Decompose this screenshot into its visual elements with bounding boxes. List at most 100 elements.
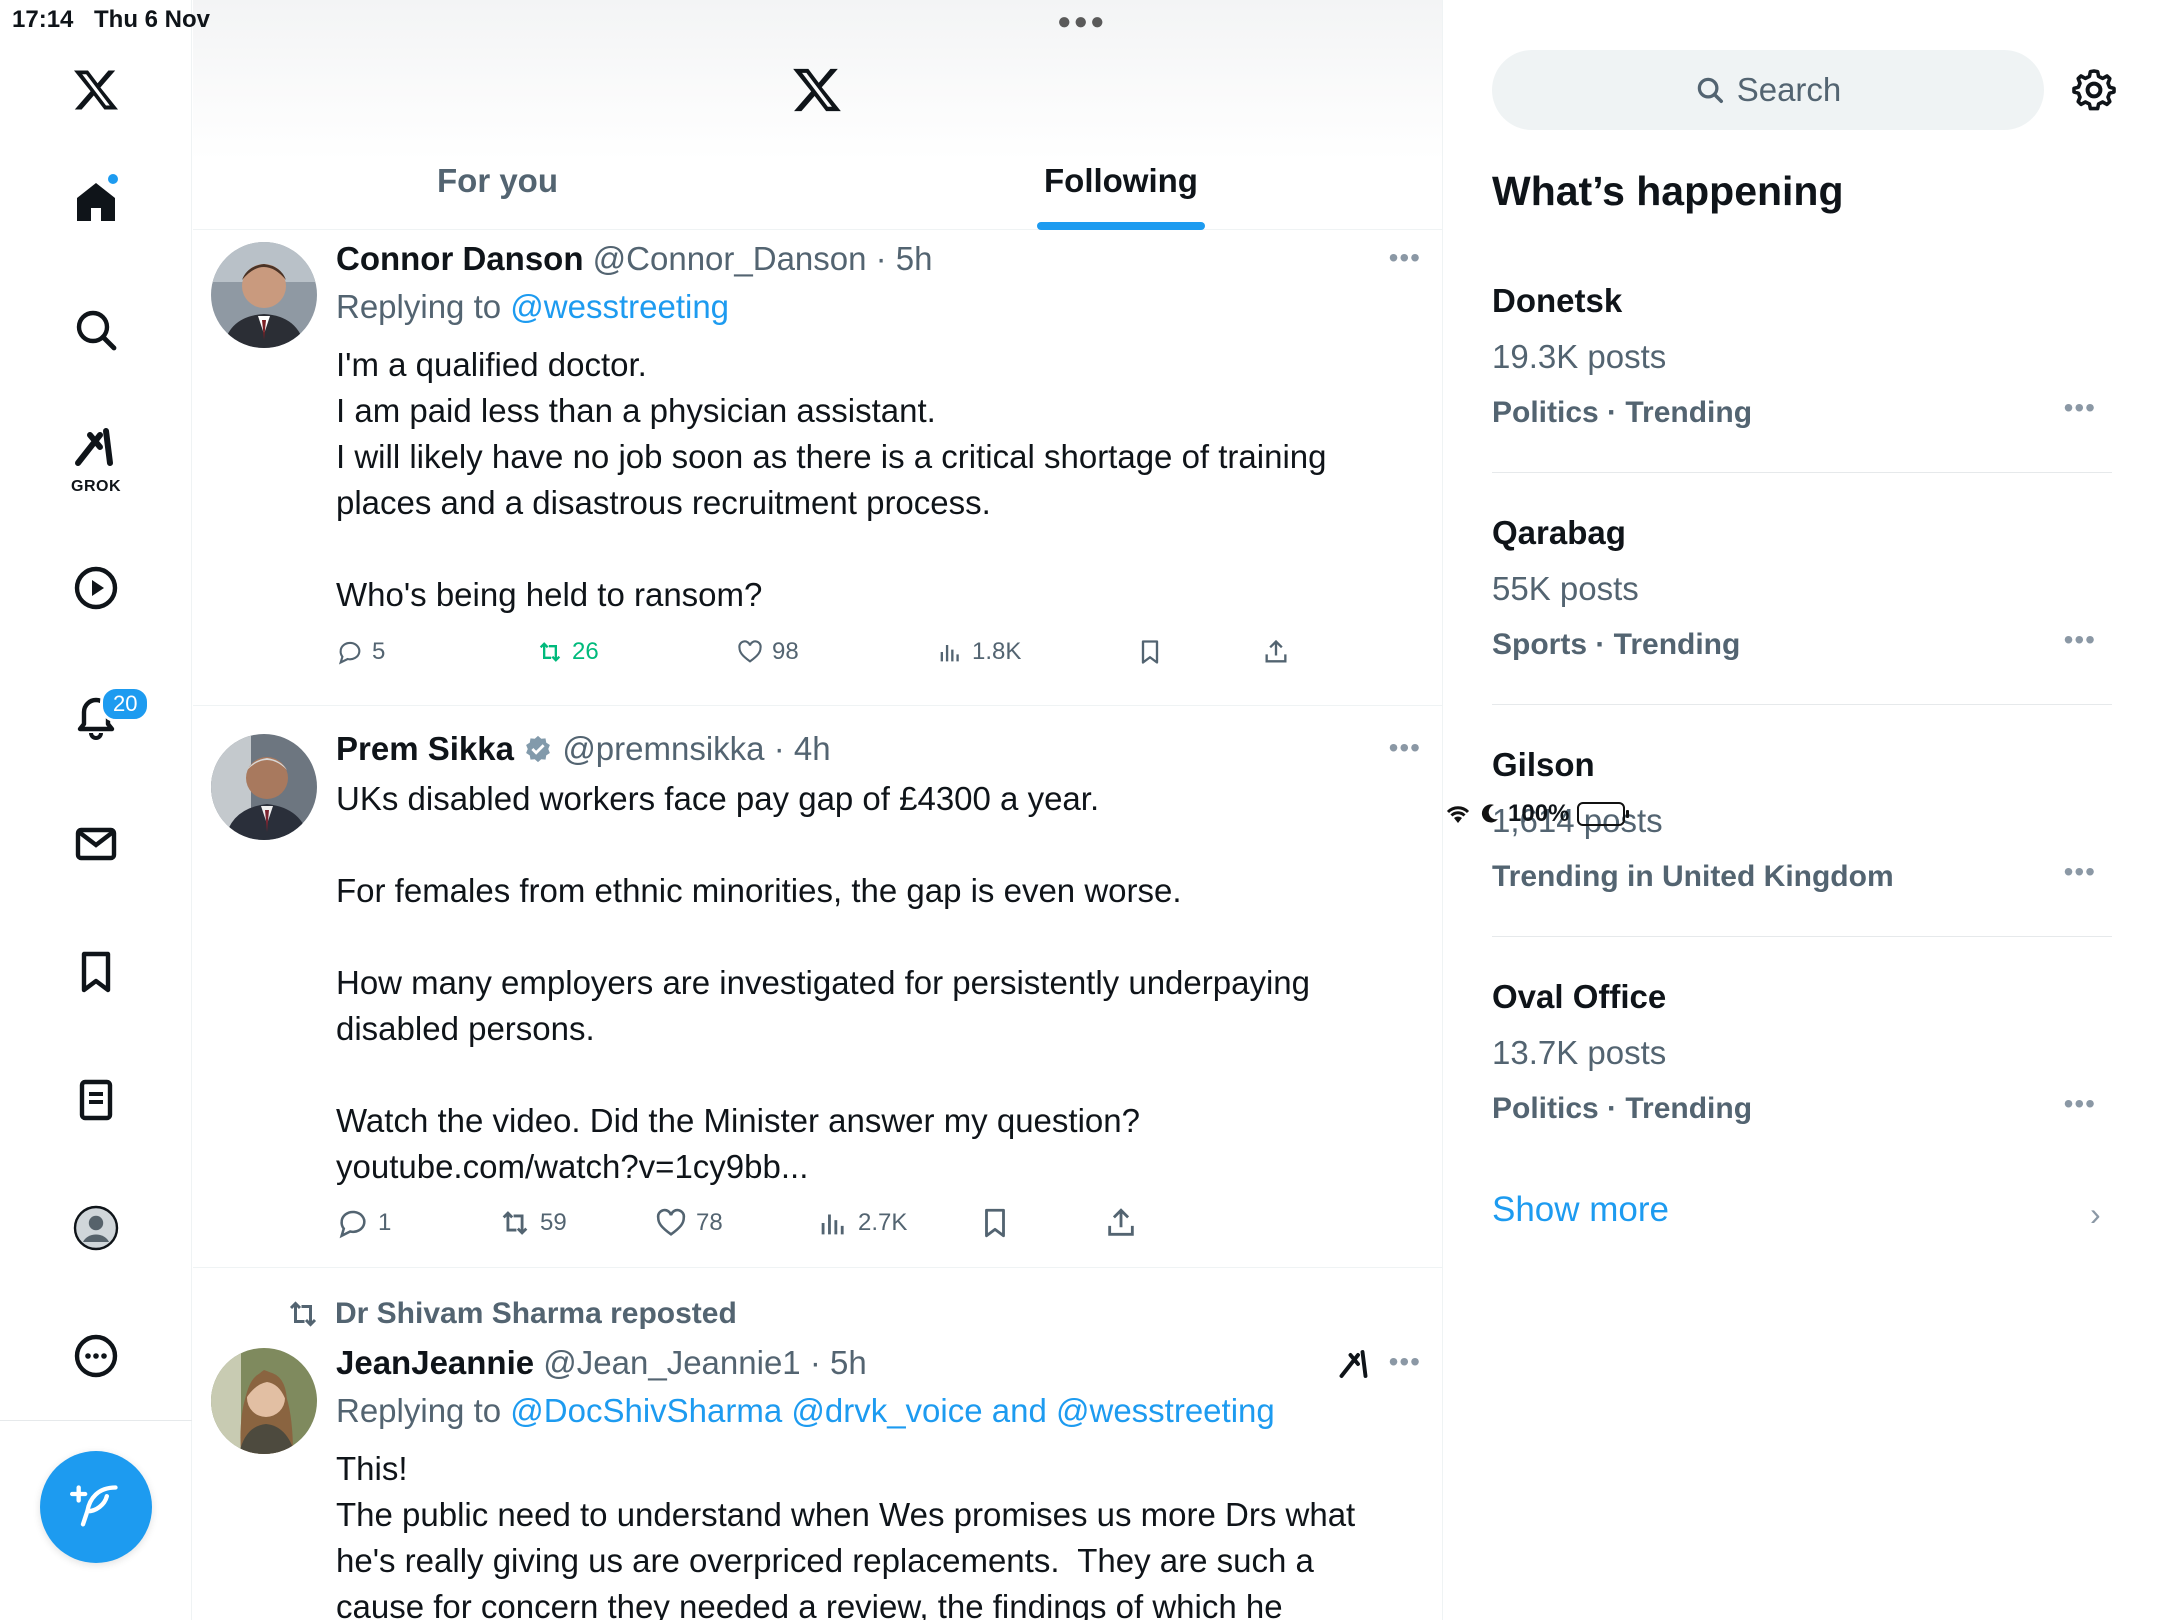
nav-explore[interactable] bbox=[56, 290, 136, 370]
post-link[interactable]: youtube.com/watch?v=1cy9bb... bbox=[336, 1144, 1396, 1190]
analytics-icon bbox=[940, 645, 959, 662]
like-count: 98 bbox=[772, 638, 799, 665]
multitasking-dots-icon[interactable]: ●●● bbox=[1057, 8, 1107, 36]
repost-button[interactable]: 26 bbox=[536, 638, 599, 666]
nav-more[interactable] bbox=[56, 1316, 136, 1396]
reposted-by[interactable]: Dr Shivam Sharma reposted bbox=[285, 1296, 737, 1332]
heart-icon bbox=[738, 640, 762, 663]
compose-post-button[interactable] bbox=[40, 1451, 152, 1563]
status-right: 100% bbox=[1444, 4, 2160, 1620]
x-logo-icon[interactable] bbox=[56, 50, 136, 130]
nav-messages[interactable] bbox=[56, 804, 136, 884]
post[interactable]: Dr Shivam Sharma reposted JeanJeannie @J… bbox=[193, 1268, 1442, 1620]
battery-percent: 100% bbox=[1508, 800, 1570, 827]
post-more-icon[interactable]: ••• bbox=[1389, 732, 1421, 764]
envelope-icon bbox=[75, 827, 117, 861]
status-bar: 17:14 Thu 6 Nov ●●● 100% bbox=[0, 0, 2160, 827]
author-name[interactable]: JeanJeannie bbox=[336, 1344, 534, 1381]
battery-icon bbox=[1577, 802, 1630, 826]
nav-notifications[interactable]: 20 bbox=[56, 676, 151, 756]
reply-button[interactable]: 5 bbox=[336, 638, 385, 666]
bookmark-icon bbox=[985, 1208, 1005, 1238]
post-text: UKs disabled workers face pay gap of £43… bbox=[336, 780, 1310, 1139]
nav-lists[interactable] bbox=[56, 1060, 136, 1140]
repost-button[interactable]: 59 bbox=[498, 1206, 567, 1240]
nav-home[interactable] bbox=[56, 162, 136, 242]
nav-grok[interactable]: GROK bbox=[56, 414, 136, 495]
search-icon bbox=[76, 310, 117, 351]
author-name[interactable]: Connor Danson bbox=[336, 240, 583, 277]
moon-icon bbox=[1481, 804, 1498, 823]
avatar[interactable] bbox=[211, 242, 317, 348]
reposted-by-label: Dr Shivam Sharma reposted bbox=[335, 1297, 737, 1330]
post-text: This! The public need to understand when… bbox=[336, 1450, 1356, 1620]
nav-video[interactable] bbox=[56, 548, 136, 628]
grok-icon[interactable] bbox=[1337, 1346, 1373, 1382]
bookmark-button[interactable] bbox=[978, 1206, 1012, 1240]
share-button[interactable] bbox=[1262, 638, 1290, 666]
play-circle-icon bbox=[74, 566, 118, 610]
author-name[interactable]: Prem Sikka bbox=[336, 730, 514, 767]
repost-count: 59 bbox=[540, 1209, 567, 1236]
post-more-icon[interactable]: ••• bbox=[1389, 1346, 1421, 1378]
post-header: Prem Sikka @premnsikka · 4h bbox=[336, 730, 831, 768]
share-icon bbox=[1265, 639, 1287, 663]
more-circle-icon bbox=[74, 1334, 118, 1378]
views-button[interactable]: 1.8K bbox=[936, 638, 1021, 666]
view-count: 2.7K bbox=[858, 1209, 908, 1236]
analytics-icon bbox=[821, 1214, 844, 1235]
share-button[interactable] bbox=[1104, 1206, 1138, 1240]
like-count: 78 bbox=[696, 1209, 723, 1236]
avatar-icon bbox=[73, 1205, 119, 1251]
nav-bookmarks[interactable] bbox=[56, 932, 136, 1012]
avatar[interactable] bbox=[211, 734, 317, 840]
list-document-icon bbox=[79, 1079, 113, 1121]
reply-icon bbox=[338, 641, 361, 665]
home-unread-dot bbox=[106, 172, 120, 186]
status-date: Thu 6 Nov bbox=[94, 6, 211, 33]
post[interactable]: Connor Danson @Connor_Danson · 5h ••• Re… bbox=[193, 230, 1442, 706]
post-more-icon[interactable]: ••• bbox=[1389, 242, 1421, 274]
like-button[interactable]: 78 bbox=[654, 1206, 723, 1240]
author-handle-time[interactable]: @Connor_Danson · 5h bbox=[593, 240, 933, 277]
grok-label: GROK bbox=[71, 478, 121, 495]
x-logo-icon bbox=[793, 68, 841, 112]
bookmark-button[interactable] bbox=[1136, 638, 1164, 666]
view-count: 1.8K bbox=[972, 638, 1022, 665]
views-button[interactable]: 2.7K bbox=[816, 1206, 907, 1240]
post[interactable]: Prem Sikka @premnsikka · 4h ••• UKs disa… bbox=[193, 706, 1442, 1268]
repost-icon bbox=[289, 1301, 317, 1327]
left-nav: GROK 20 bbox=[0, 0, 192, 1620]
replying-to-link[interactable]: @wesstreeting bbox=[510, 288, 729, 325]
avatar[interactable] bbox=[211, 1348, 317, 1454]
repost-icon bbox=[502, 1211, 528, 1235]
grok-icon bbox=[75, 428, 113, 466]
repost-count: 26 bbox=[572, 638, 599, 665]
reply-count: 1 bbox=[378, 1209, 392, 1236]
reply-button[interactable]: 1 bbox=[336, 1206, 391, 1240]
tab-for-you[interactable]: For you bbox=[437, 162, 558, 200]
notifications-badge: 20 bbox=[100, 686, 151, 722]
status-time: 17:14 bbox=[12, 6, 74, 33]
nav-profile[interactable] bbox=[56, 1188, 136, 1268]
author-handle-time[interactable]: @premnsikka · 4h bbox=[562, 730, 830, 767]
post-header: JeanJeannie @Jean_Jeannie1 · 5h bbox=[336, 1344, 867, 1382]
verified-badge-icon bbox=[526, 735, 551, 763]
bookmark-icon bbox=[81, 951, 111, 993]
tab-following[interactable]: Following bbox=[1044, 162, 1198, 200]
replying-to-link[interactable]: @DocShivSharma @drvk_voice and @wesstree… bbox=[510, 1392, 1274, 1429]
post-text: I'm a qualified doctor. I am paid less t… bbox=[336, 346, 1327, 613]
repost-icon bbox=[539, 642, 561, 662]
timeline: For you Following Connor Danson @Connor_… bbox=[193, 0, 1443, 1620]
post-header: Connor Danson @Connor_Danson · 5h bbox=[336, 240, 933, 278]
reply-count: 5 bbox=[372, 638, 386, 665]
replying-prefix: Replying to bbox=[336, 288, 511, 325]
replying-to: Replying to @wesstreeting bbox=[336, 288, 729, 326]
author-handle-time[interactable]: @Jean_Jeannie1 · 5h bbox=[543, 1344, 866, 1381]
compose-feather-icon bbox=[70, 1485, 118, 1527]
share-icon bbox=[1108, 1208, 1134, 1236]
nav-divider bbox=[0, 1420, 192, 1421]
replying-to: Replying to @DocShivSharma @drvk_voice a… bbox=[336, 1392, 1275, 1430]
like-button[interactable]: 98 bbox=[736, 638, 799, 666]
bookmark-icon bbox=[1141, 640, 1159, 664]
